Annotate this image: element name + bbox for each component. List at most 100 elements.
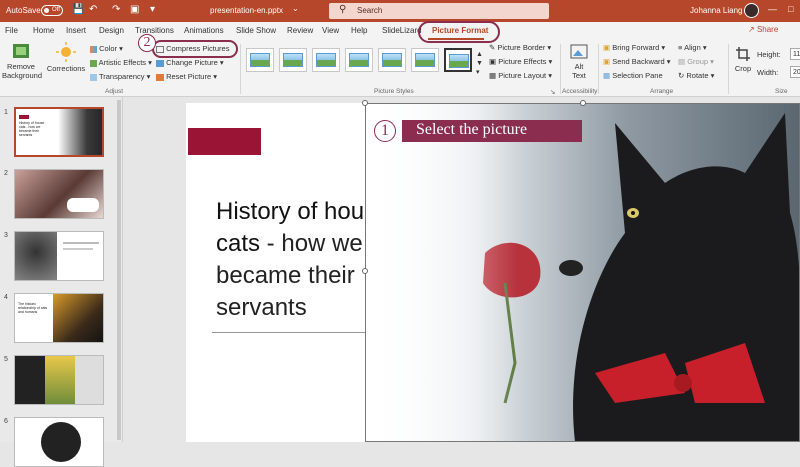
slide-thumbnail-4[interactable]: The historic relationship of cats and hu… (14, 293, 104, 343)
filename[interactable]: presentation-en.pptx (210, 6, 283, 15)
share-button[interactable]: ↗ Share (748, 25, 778, 34)
tab-review[interactable]: Review (287, 26, 313, 35)
picture-style-2[interactable] (279, 48, 307, 72)
tab-design[interactable]: Design (99, 26, 124, 35)
minimize-icon[interactable]: — (768, 4, 777, 14)
slide-thumbnail-6[interactable] (14, 417, 104, 467)
reset-picture-label: Reset Picture (166, 72, 212, 81)
slide-thumbnail-caption: History of house cats - how we became th… (19, 121, 45, 137)
tab-animations[interactable]: Animations (184, 26, 224, 35)
resize-handle-left[interactable] (362, 268, 368, 274)
transparency-label: Transparency (98, 72, 145, 81)
tab-help[interactable]: Help (351, 26, 367, 35)
change-picture-label: Change Picture (166, 58, 218, 67)
align-icon: ≡ (678, 43, 683, 52)
tab-home[interactable]: Home (33, 26, 54, 35)
autosave-toggle[interactable]: Off (41, 5, 63, 16)
selection-pane-label: Selection Pane (612, 71, 663, 80)
picture-border-button[interactable]: ✎ Picture Border ▾ (489, 43, 551, 52)
width-label: Width: (757, 68, 779, 77)
tab-slidelizard[interactable]: SlideLizard (382, 26, 422, 35)
artistic-effects-button[interactable]: Artistic Effects ▾ (90, 58, 152, 67)
picture-style-1[interactable] (246, 48, 274, 72)
slide-thumbnail-5[interactable] (14, 355, 104, 405)
picture-effects-button[interactable]: ▣ Picture Effects ▾ (489, 57, 552, 66)
step-1-callout: Select the picture (402, 120, 582, 142)
tab-view[interactable]: View (322, 26, 339, 35)
transparency-icon (90, 73, 97, 81)
resize-handle-top-left[interactable] (362, 100, 368, 106)
slide-thumbnail-2[interactable] (14, 169, 104, 219)
ribbon: Remove Background Corrections Color ▾ Ar… (0, 40, 800, 97)
tab-file[interactable]: File (5, 26, 18, 35)
picture-layout-label: Picture Layout (498, 71, 547, 80)
align-button[interactable]: ≡ Align ▾ (678, 43, 707, 52)
picture-style-6[interactable] (411, 48, 439, 72)
undo-icon[interactable]: ↶ (89, 4, 97, 15)
customize-qat-icon[interactable]: ▾ (150, 4, 155, 15)
send-backward-icon: ▣ (603, 57, 611, 66)
restore-icon[interactable]: □ (788, 4, 793, 14)
step-1-marker: 1 (374, 120, 396, 142)
picture-style-4[interactable] (345, 48, 373, 72)
save-icon[interactable]: 💾 (72, 4, 84, 15)
width-input[interactable]: 20 (790, 66, 800, 78)
crop-button[interactable]: Crop (732, 46, 754, 73)
selection-pane-button[interactable]: ▦ Selection Pane (603, 71, 663, 80)
align-label: Align (684, 43, 701, 52)
corrections-button[interactable]: Corrections (44, 42, 88, 73)
remove-background-button[interactable]: Remove Background (2, 42, 43, 80)
change-picture-button[interactable]: Change Picture ▾ (156, 58, 224, 67)
reset-picture-button[interactable]: Reset Picture ▾ (156, 72, 217, 81)
avatar[interactable] (744, 3, 759, 18)
remove-background-icon (13, 44, 29, 58)
filename-chevron-icon[interactable]: ⌄ (292, 4, 299, 13)
transparency-button[interactable]: Transparency ▾ (90, 72, 150, 81)
remove-background-label: Remove Background (2, 62, 43, 80)
resize-handle-top[interactable] (580, 100, 586, 106)
tab-insert[interactable]: Insert (66, 26, 86, 35)
dialog-launcher-icon[interactable]: ↘ (550, 88, 555, 96)
title-accent-block[interactable] (188, 128, 261, 155)
slide-thumbnail-1[interactable]: History of house cats - how we became th… (14, 107, 104, 157)
search-box[interactable]: ⚲ Search (329, 3, 549, 19)
present-icon[interactable]: ▣ (130, 4, 139, 15)
adjust-group-label: Adjust (105, 88, 124, 95)
separator (240, 44, 241, 94)
crop-icon (736, 47, 750, 61)
slide-thumbnail-3[interactable] (14, 231, 104, 281)
picture-layout-button[interactable]: ▦ Picture Layout ▾ (489, 71, 552, 80)
picture-style-7[interactable] (444, 48, 472, 72)
ribbon-tabs: File Home Insert Design Transitions Anim… (0, 22, 800, 40)
bring-forward-label: Bring Forward (612, 43, 660, 52)
slide-thumbnail-panel: 1 History of house cats - how we became … (0, 97, 123, 467)
selection-pane-icon: ▦ (603, 71, 611, 80)
artistic-effects-icon (90, 59, 97, 67)
send-backward-button[interactable]: ▣ Send Backward ▾ (603, 57, 671, 66)
color-icon (90, 45, 97, 53)
width-value: 20 (793, 69, 800, 76)
alt-text-button[interactable]: Alt Text (566, 44, 592, 80)
picture-style-3[interactable] (312, 48, 340, 72)
redo-icon[interactable]: ↷ (112, 4, 120, 15)
autosave-label: AutoSave (6, 6, 41, 15)
alt-text-label: Alt Text (572, 62, 586, 80)
color-label: Color (99, 44, 118, 53)
styles-gallery-scroll[interactable]: ▲ ▼ ▾ (476, 50, 483, 77)
height-input[interactable]: 11 (790, 48, 800, 60)
slide-thumbnail-caption: The historic relationship of cats and hu… (18, 302, 48, 314)
picture-border-label: Picture Border (497, 43, 546, 52)
group-button[interactable]: ▤ Group ▾ (678, 57, 714, 66)
rotate-button[interactable]: ↻ Rotate ▾ (678, 71, 714, 80)
thumbnail-scrollbar[interactable] (117, 100, 121, 440)
search-placeholder: Search (357, 6, 383, 15)
tab-transitions[interactable]: Transitions (135, 26, 174, 35)
height-label: Height: (757, 50, 781, 59)
user-name[interactable]: Johanna Liang (690, 6, 743, 15)
picture-style-5[interactable] (378, 48, 406, 72)
tab-slide-show[interactable]: Slide Show (236, 26, 276, 35)
color-button[interactable]: Color ▾ (90, 44, 123, 53)
separator (560, 44, 561, 94)
bring-forward-button[interactable]: ▣ Bring Forward ▾ (603, 43, 665, 52)
arrange-group-label: Arrange (650, 88, 674, 95)
